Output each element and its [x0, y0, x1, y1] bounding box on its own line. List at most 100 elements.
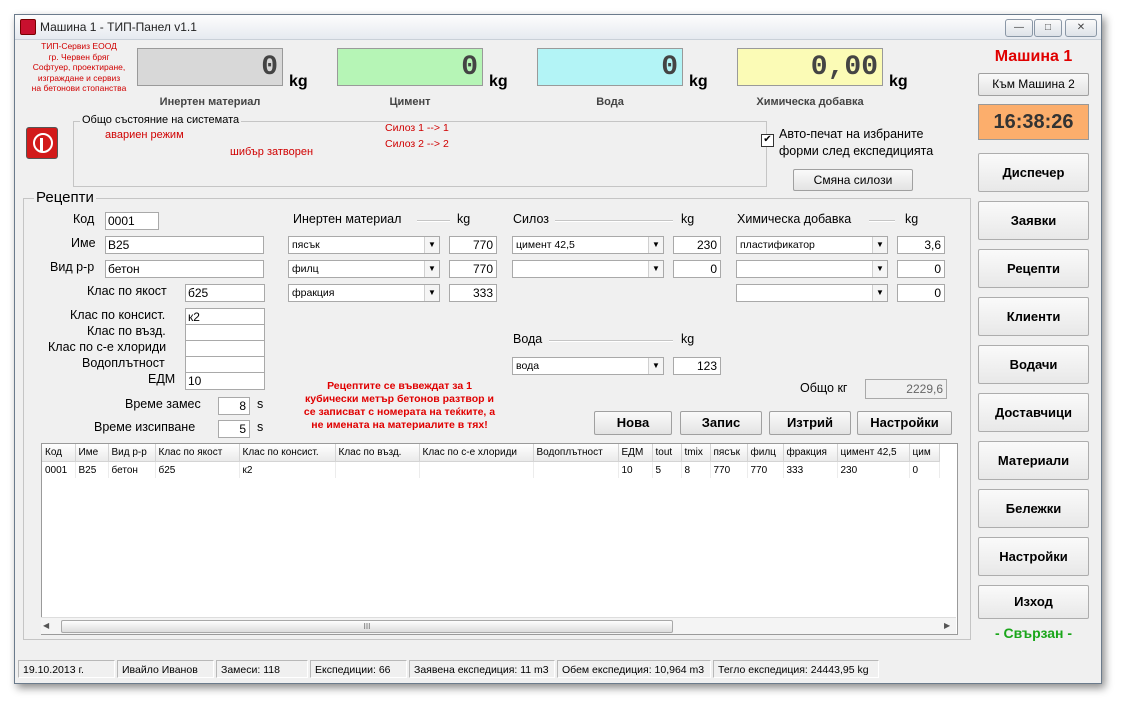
nav-suppliers-button[interactable]: Доставчици [978, 393, 1089, 432]
chemical-select-1[interactable]: пластификатор ▼ [736, 236, 888, 254]
chevron-down-icon[interactable]: ▼ [648, 261, 663, 277]
chlorides-label: Клас по с-е хлориди [48, 340, 167, 354]
water-value[interactable]: 123 [673, 357, 721, 375]
code-field[interactable]: 0001 [105, 212, 159, 230]
column-header[interactable]: ЕДМ [618, 444, 653, 462]
column-header[interactable]: фракция [783, 444, 838, 462]
scroll-thumb[interactable]: III [61, 620, 673, 633]
mix-time-label: Време замес [125, 397, 201, 411]
nav-clients-button[interactable]: Клиенти [978, 297, 1089, 336]
chevron-down-icon[interactable]: ▼ [424, 285, 439, 301]
autoprint-line: Авто-печат на избраните [779, 127, 924, 141]
chemical-select-3[interactable]: ▼ [736, 284, 888, 302]
autoprint-checkbox[interactable]: ✔ [761, 134, 774, 147]
silo-select-2[interactable]: ▼ [512, 260, 664, 278]
column-header[interactable]: Име [75, 444, 109, 462]
table-cell [533, 461, 619, 478]
aggregate-select-1[interactable]: пясък ▼ [288, 236, 440, 254]
chemical-section-unit: kg [905, 212, 919, 226]
pour-time-field[interactable]: 5 [218, 420, 250, 438]
nav-drivers-button[interactable]: Водачи [978, 345, 1089, 384]
notice-line: се записват с номерата на теќките, а [303, 406, 496, 418]
nav-dispatcher-button[interactable]: Диспечер [978, 153, 1089, 192]
column-header[interactable]: филц [747, 444, 784, 462]
table-cell [335, 461, 420, 478]
chevron-down-icon[interactable]: ▼ [648, 358, 663, 374]
water-select[interactable]: вода ▼ [512, 357, 664, 375]
recipe-settings-button[interactable]: Настройки [857, 411, 952, 435]
type-field[interactable]: бетон [105, 260, 264, 278]
silo-value-2[interactable]: 0 [673, 260, 721, 278]
column-header[interactable]: Вид р-р [108, 444, 156, 462]
type-label: Вид р-р [50, 260, 95, 274]
name-field[interactable]: B25 [105, 236, 264, 254]
water-section-title: Вода [513, 332, 543, 346]
delete-recipe-button[interactable]: Изтрий [769, 411, 851, 435]
close-button[interactable]: ✕ [1065, 19, 1097, 37]
scroll-right-icon[interactable]: ▶ [944, 621, 950, 630]
emergency-icon[interactable] [26, 127, 58, 159]
save-recipe-button[interactable]: Запис [680, 411, 762, 435]
silo-value-1[interactable]: 230 [673, 236, 721, 254]
column-header[interactable]: tmix [681, 444, 711, 462]
nav-settings-button[interactable]: Настройки [978, 537, 1089, 576]
strength-field[interactable]: б25 [185, 284, 265, 302]
scroll-left-icon[interactable]: ◀ [43, 621, 49, 630]
column-header[interactable]: цим [909, 444, 940, 462]
column-header[interactable]: tout [652, 444, 682, 462]
edm-field[interactable]: 10 [185, 372, 265, 390]
system-status-title: Общо състояние на системата [80, 114, 242, 126]
chevron-down-icon[interactable]: ▼ [872, 261, 887, 277]
recipe-notice: Рецептите се въвеждат за 1 кубически мет… [277, 380, 522, 432]
chemical-value-3[interactable]: 0 [897, 284, 945, 302]
aggregate-select-3[interactable]: фракция ▼ [288, 284, 440, 302]
new-recipe-button[interactable]: Нова [594, 411, 672, 435]
nav-notes-button[interactable]: Бележки [978, 489, 1089, 528]
chevron-down-icon[interactable]: ▼ [648, 237, 663, 253]
column-header[interactable]: цимент 42,5 [837, 444, 910, 462]
chevron-down-icon[interactable]: ▼ [872, 237, 887, 253]
chevron-down-icon[interactable]: ▼ [424, 261, 439, 277]
maximize-button[interactable]: □ [1034, 19, 1062, 37]
column-header[interactable]: Клас по якост [155, 444, 240, 462]
table-horizontal-scrollbar[interactable]: ◀ III ▶ [41, 617, 956, 634]
chemical-select-2[interactable]: ▼ [736, 260, 888, 278]
recipes-table[interactable]: Код Име Вид р-р Клас по якост Клас по ко… [41, 443, 958, 635]
chevron-down-icon[interactable]: ▼ [424, 237, 439, 253]
nav-exit-button[interactable]: Изход [978, 585, 1089, 619]
swap-silos-button[interactable]: Смяна силози [793, 169, 913, 191]
autoprint-line: форми след експедицията [779, 144, 934, 158]
table-cell: 8 [681, 461, 711, 478]
table-cell: 770 [710, 461, 748, 478]
minimize-button[interactable]: — [1005, 19, 1033, 37]
aggregate-select-2[interactable]: филц ▼ [288, 260, 440, 278]
nav-materials-button[interactable]: Материали [978, 441, 1089, 480]
column-header[interactable]: Клас по консист. [239, 444, 336, 462]
chemical-divider [869, 220, 895, 222]
column-header[interactable]: Клас по възд. [335, 444, 420, 462]
status-bar: 19.10.2013 г. Ивайло Иванов Замеси: 118 … [15, 657, 1101, 683]
nav-recipes-button[interactable]: Рецепти [978, 249, 1089, 288]
aggregate-value-2[interactable]: 770 [449, 260, 497, 278]
aggregate-value-1[interactable]: 770 [449, 236, 497, 254]
table-cell [419, 461, 534, 478]
nav-orders-button[interactable]: Заявки [978, 201, 1089, 240]
switch-machine-button[interactable]: Към Машина 2 [978, 73, 1089, 96]
table-row[interactable]: 0001 B25 бетон б25 к2 10 5 8 770 770 333… [42, 461, 940, 478]
app-icon [20, 19, 36, 35]
company-line: изграждане и сервиз [37, 72, 121, 83]
aggregate-value-3[interactable]: 333 [449, 284, 497, 302]
status-date: 19.10.2013 г. [18, 660, 115, 678]
chevron-down-icon[interactable]: ▼ [872, 285, 887, 301]
silo-select-1[interactable]: цимент 42,5 ▼ [512, 236, 664, 254]
chemical-value-1[interactable]: 3,6 [897, 236, 945, 254]
table-cell: 0 [909, 461, 940, 478]
mix-time-field[interactable]: 8 [218, 397, 250, 415]
column-header[interactable]: Клас по с-е хлориди [419, 444, 534, 462]
code-label: Код [73, 212, 95, 226]
column-header[interactable]: Код [42, 444, 76, 462]
chemical-value-2[interactable]: 0 [897, 260, 945, 278]
column-header[interactable]: Водоплътност [533, 444, 619, 462]
column-header[interactable]: пясък [710, 444, 748, 462]
water-label: Вода [596, 96, 624, 108]
